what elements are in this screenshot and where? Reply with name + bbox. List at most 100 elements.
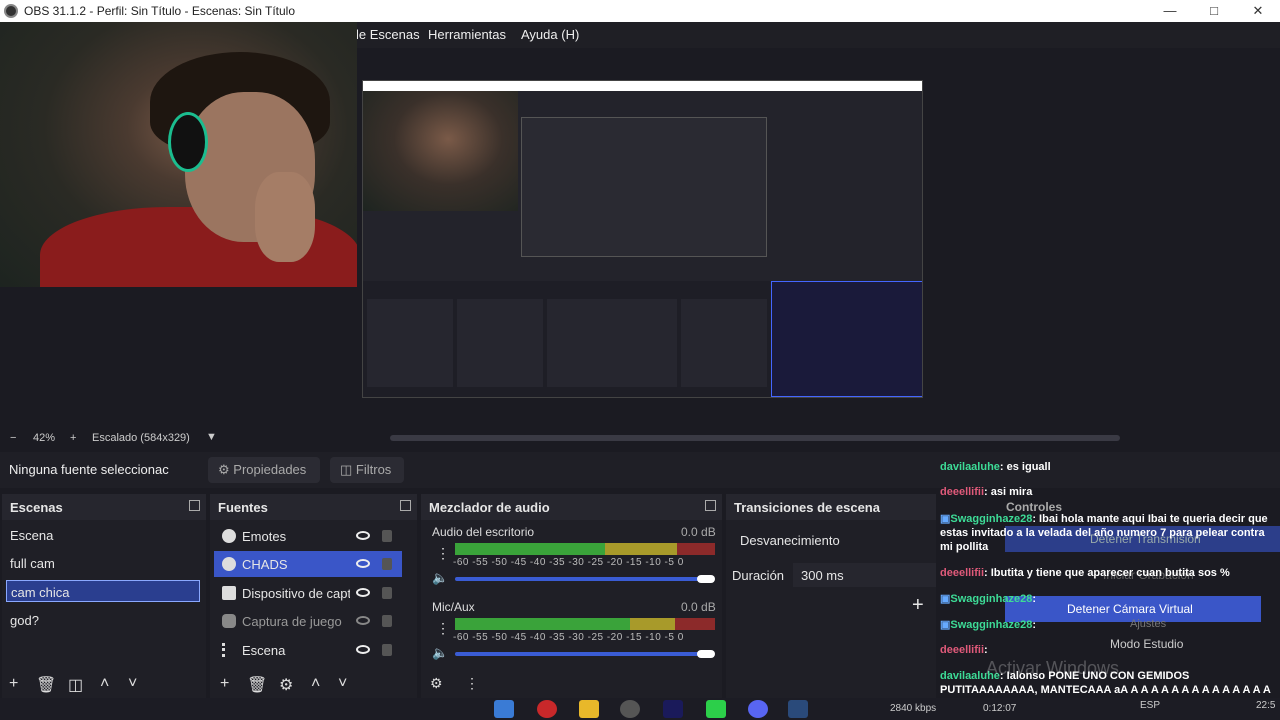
- scenes-toolbar: + 🗑 ◫ ˄ ˅: [0, 675, 206, 697]
- zoom-in-icon[interactable]: +: [70, 432, 76, 444]
- meter-scale: -60 -55 -50 -45 -40 -35 -30 -25 -20 -15 …: [453, 632, 684, 643]
- volume-slider[interactable]: [455, 577, 705, 581]
- trash-icon[interactable]: 🗑: [247, 675, 267, 695]
- preview-scrollbar[interactable]: [390, 435, 1120, 441]
- add-transition-icon[interactable]: +: [912, 594, 924, 617]
- minimize-icon[interactable]: —: [1148, 0, 1192, 22]
- chevron-up-icon[interactable]: ˄: [100, 675, 109, 693]
- chat-message: davilaaluhe: es iguall: [940, 460, 1276, 474]
- source-item[interactable]: Emotes: [214, 523, 402, 549]
- source-item-selected[interactable]: CHADS: [214, 551, 402, 577]
- chat-user: Swagginhaze28: [950, 619, 1033, 631]
- app-icon[interactable]: [706, 700, 726, 718]
- properties-button[interactable]: ⚙ Propiedades: [208, 457, 320, 483]
- chat-user: Swagginhaze28: [950, 593, 1033, 605]
- gear-icon[interactable]: ⚙: [279, 675, 293, 695]
- advanced-audio-icon[interactable]: ⚙: [430, 675, 443, 692]
- premiere-icon[interactable]: [663, 700, 683, 718]
- kebab-menu-icon[interactable]: ⋮: [465, 675, 479, 692]
- trash-icon[interactable]: 🗑: [36, 675, 56, 695]
- chat-message: ▣Swagginhaze28:: [940, 592, 1276, 606]
- eye-icon[interactable]: [356, 645, 370, 654]
- chat-user: deeellifii: [940, 567, 985, 579]
- scene-item[interactable]: god?: [6, 609, 200, 631]
- chevron-down-icon[interactable]: ˅: [338, 675, 347, 693]
- obs-logo-icon: [4, 4, 18, 18]
- chat-text: : asi mira: [984, 486, 1033, 498]
- eye-icon[interactable]: [356, 588, 370, 597]
- source-item[interactable]: Escena: [214, 637, 402, 663]
- source-label: Escena: [242, 643, 286, 658]
- eye-icon[interactable]: [356, 531, 370, 540]
- scene-item-selected[interactable]: cam chica: [6, 580, 200, 602]
- steam-icon[interactable]: [788, 700, 808, 718]
- lock-icon[interactable]: [382, 587, 392, 599]
- list-icon: [222, 643, 236, 657]
- source-item[interactable]: Captura de juego: [214, 608, 402, 634]
- lock-icon[interactable]: [382, 644, 392, 656]
- chat-message: ▣Swagginhaze28: Ibai hola mante aqui Iba…: [940, 512, 1276, 554]
- menu-scene-collection[interactable]: le Escenas: [356, 27, 420, 42]
- activate-windows-watermark: Activar Windows: [986, 658, 1120, 678]
- track-db: 0.0 dB: [681, 525, 716, 539]
- lock-icon[interactable]: [382, 530, 392, 542]
- window-title: OBS 31.1.2 - Perfil: Sin Título - Escena…: [24, 4, 296, 18]
- volume-slider-knob[interactable]: [697, 575, 715, 583]
- filters-button[interactable]: ◫ Filtros: [330, 457, 404, 483]
- source-item[interactable]: Dispositivo de capt: [214, 580, 402, 606]
- lock-icon[interactable]: [382, 615, 392, 627]
- language-indicator[interactable]: ESP: [1140, 700, 1160, 711]
- webcam-feed: [0, 22, 357, 287]
- filter-icon[interactable]: ◫: [68, 675, 83, 695]
- undock-icon[interactable]: [705, 500, 716, 511]
- close-icon[interactable]: ✕: [1236, 0, 1280, 22]
- chat-text: :: [1032, 593, 1036, 605]
- volume-meter: [455, 543, 715, 555]
- maximize-icon[interactable]: □: [1192, 0, 1236, 22]
- speaker-icon[interactable]: 🔈: [432, 645, 448, 661]
- undock-icon[interactable]: [400, 500, 411, 511]
- chat-message: deeellifii: Ibutita y tiene que aparecer…: [940, 566, 1276, 580]
- scale-label: Escalado (584x329): [92, 432, 190, 444]
- add-source-icon[interactable]: +: [220, 675, 229, 693]
- no-source-label: Ninguna fuente seleccionac: [9, 462, 169, 477]
- scene-item[interactable]: full cam: [6, 552, 200, 574]
- eye-hidden-icon[interactable]: [356, 616, 370, 625]
- menu-tools[interactable]: Herramientas: [428, 27, 506, 42]
- transitions-header: Transiciones de escena: [726, 494, 936, 520]
- kebab-menu-icon[interactable]: ⋮: [436, 545, 450, 562]
- discord-icon[interactable]: [748, 700, 768, 718]
- volume-slider-knob[interactable]: [697, 650, 715, 658]
- mixer-toolbar: ⚙ ⋮: [421, 675, 721, 697]
- add-scene-icon[interactable]: +: [9, 675, 18, 693]
- undock-icon[interactable]: [189, 500, 200, 511]
- window-titlebar: OBS 31.1.2 - Perfil: Sin Título - Escena…: [0, 0, 1280, 22]
- chevron-up-icon[interactable]: ˄: [311, 675, 320, 693]
- menu-help[interactable]: Ayuda (H): [521, 27, 579, 42]
- kebab-menu-icon[interactable]: ⋮: [436, 620, 450, 637]
- scene-item[interactable]: Escena: [6, 524, 200, 546]
- chevron-down-icon[interactable]: ˅: [128, 675, 137, 693]
- duration-input[interactable]: 300 ms: [793, 563, 936, 587]
- windows-start-icon[interactable]: [494, 700, 514, 718]
- chat-message: ▣Swagginhaze28:: [940, 618, 1276, 632]
- duration-label: Duración: [732, 568, 785, 583]
- obs-icon[interactable]: [620, 700, 640, 718]
- chat-text: :: [984, 644, 988, 656]
- chat-text: :: [1032, 619, 1036, 631]
- opera-icon[interactable]: [537, 700, 557, 718]
- chat-overlay: davilaaluhe: es iguall deeellifii: asi m…: [936, 452, 1280, 720]
- chat-user: deeellifii: [940, 486, 985, 498]
- eye-icon[interactable]: [356, 559, 370, 568]
- lock-icon[interactable]: [382, 558, 392, 570]
- mixer-header: Mezclador de audio: [421, 494, 722, 520]
- folder-icon[interactable]: [579, 700, 599, 718]
- speaker-icon[interactable]: 🔈: [432, 570, 448, 586]
- transition-select[interactable]: Desvanecimiento: [732, 530, 936, 552]
- zoom-out-icon[interactable]: −: [10, 432, 16, 444]
- volume-slider[interactable]: [455, 652, 705, 656]
- transitions-title: Transiciones de escena: [734, 500, 880, 515]
- scale-dropdown-icon[interactable]: ▼: [206, 431, 217, 443]
- gear-icon: ⚙: [218, 462, 230, 477]
- source-label: CHADS: [242, 557, 288, 572]
